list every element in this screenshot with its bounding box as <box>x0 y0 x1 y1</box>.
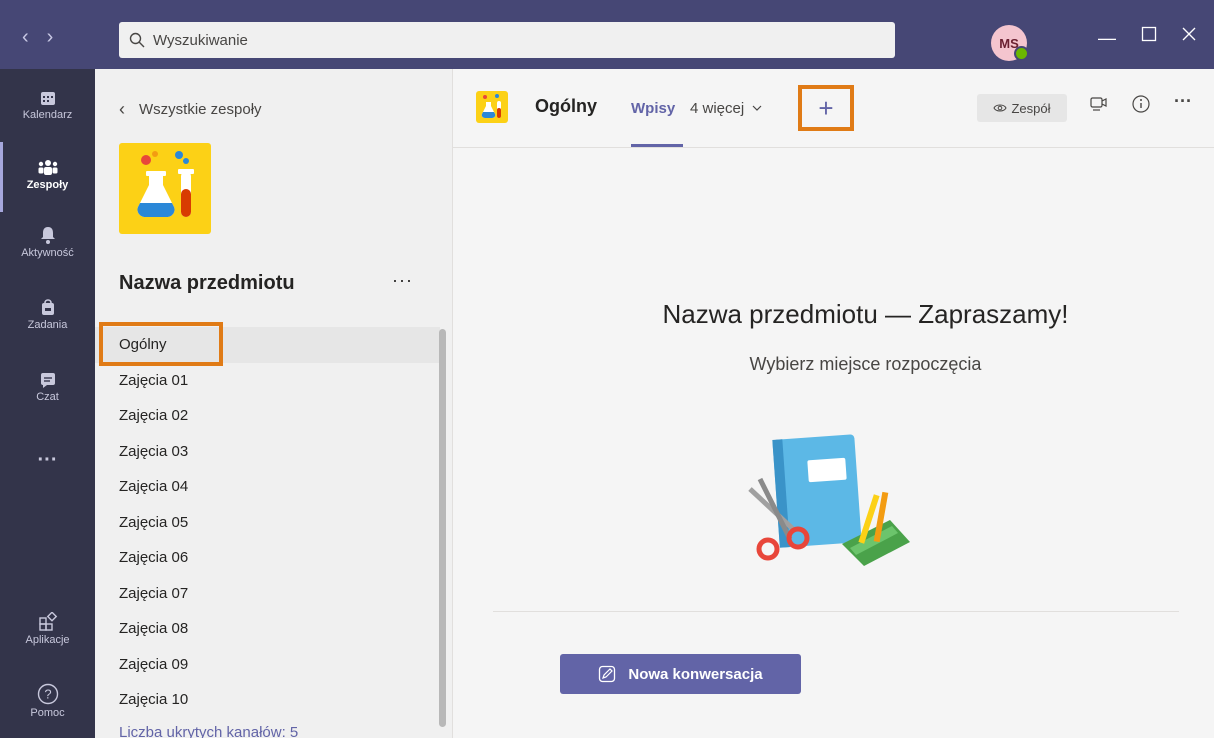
team-pane: ‹ Wszystkie zespoły Nazwa przedmiotu ···… <box>95 69 453 738</box>
chevron-left-icon: ‹ <box>119 99 125 119</box>
team-pill-label: Zespół <box>1011 100 1051 116</box>
appbar-label: Pomoc <box>30 707 65 719</box>
channel-label: Zajęcia 03 <box>119 442 189 460</box>
tab-posts[interactable]: Wpisy <box>631 100 675 117</box>
welcome-subtitle: Wybierz miejsce rozpoczęcia <box>749 354 982 374</box>
appbar-label: Aplikacje <box>25 634 70 646</box>
appbar-label: Zespoły <box>26 179 69 191</box>
notebook-illustration <box>738 434 918 569</box>
channel-label: Zajęcia 08 <box>119 620 189 638</box>
appbar-item-more[interactable]: ··· <box>0 449 95 472</box>
channel-item[interactable]: Zajęcia 06 <box>95 540 440 576</box>
channel-label: Zajęcia 06 <box>119 549 189 567</box>
help-icon: ? <box>37 683 58 705</box>
appbar-label: Zadania <box>27 319 68 331</box>
appbar-label: Czat <box>36 391 59 403</box>
chat-icon <box>40 373 55 388</box>
history-nav: ‹› <box>22 26 71 49</box>
all-teams-link[interactable]: ‹ Wszystkie zespoły <box>119 99 262 120</box>
channel-header: Ogólny Wpisy 4 więcej + Zespół ··· <box>453 69 1214 148</box>
active-tab-underline <box>631 144 683 147</box>
search-input[interactable]: Wyszukiwanie <box>119 22 895 58</box>
channel-label: Zajęcia 05 <box>119 513 189 531</box>
channel-item[interactable]: Zajęcia 05 <box>95 505 440 541</box>
minimize-icon[interactable]: — <box>1098 28 1116 49</box>
channel-scrollbar[interactable] <box>439 329 446 727</box>
appbar-item-apps[interactable]: Aplikacje <box>0 612 95 646</box>
forward-arrow-icon[interactable]: › <box>47 26 72 49</box>
team-more-options-icon[interactable]: ··· <box>392 270 413 291</box>
channel-item[interactable]: Zajęcia 01 <box>95 363 440 399</box>
appbar-item-assignments[interactable]: Zadania <box>0 297 95 331</box>
bell-icon <box>40 227 55 244</box>
flask-icon <box>137 151 194 217</box>
appbar-label: Aktywność <box>21 247 74 259</box>
more-options-icon[interactable]: ··· <box>1174 91 1192 112</box>
channel-item[interactable]: Zajęcia 04 <box>95 469 440 505</box>
new-conversation-label: Nowa konwersacja <box>628 665 763 683</box>
more-icon: ··· <box>37 449 58 471</box>
appbar-item-chat[interactable]: Czat <box>0 371 95 403</box>
highlight-selected-channel <box>99 322 223 366</box>
add-tab-button[interactable]: + <box>798 85 854 131</box>
channel-label: Zajęcia 09 <box>119 655 189 673</box>
channel-item[interactable]: Zajęcia 07 <box>95 576 440 612</box>
channel-main: Ogólny Wpisy 4 więcej + Zespół ··· Nazwa… <box>453 69 1214 738</box>
appbar-item-calendar[interactable]: Kalendarz <box>0 89 95 121</box>
meet-camera-icon[interactable] <box>1089 94 1109 119</box>
search-icon <box>129 32 145 48</box>
hidden-channels-link[interactable]: Liczba ukrytych kanałów: 5 <box>95 724 440 738</box>
chevron-down-icon <box>752 105 762 111</box>
channel-label: Zajęcia 07 <box>119 584 189 602</box>
search-placeholder: Wyszukiwanie <box>153 31 248 49</box>
channel-item[interactable]: Zajęcia 10 <box>95 682 440 718</box>
channel-label: Zajęcia 01 <box>119 371 189 389</box>
channel-label: Zajęcia 04 <box>119 478 189 496</box>
tab-more-dropdown[interactable]: 4 więcej <box>690 100 763 117</box>
channel-item[interactable]: Zajęcia 02 <box>95 398 440 434</box>
bag-icon <box>41 299 54 315</box>
all-teams-label: Wszystkie zespoły <box>139 101 262 118</box>
close-icon[interactable] <box>1181 26 1197 47</box>
channel-item[interactable]: Zajęcia 09 <box>95 647 440 683</box>
presence-available-icon <box>1014 46 1029 61</box>
team-logo <box>119 143 211 234</box>
welcome-title: Nazwa przedmiotu — Zapraszamy! <box>662 299 1069 329</box>
channel-label: Zajęcia 02 <box>119 407 189 425</box>
teams-icon <box>38 160 57 175</box>
svg-text:?: ? <box>44 687 51 702</box>
new-conversation-button[interactable]: Nowa konwersacja <box>560 654 801 694</box>
team-visibility-button[interactable]: Zespół <box>977 94 1067 122</box>
calendar-icon <box>40 92 55 105</box>
appbar-item-activity[interactable]: Aktywność <box>0 225 95 259</box>
back-arrow-icon[interactable]: ‹ <box>22 26 47 49</box>
appbar-label: Kalendarz <box>22 109 73 121</box>
channel-flask-icon <box>476 91 508 123</box>
channel-title: Ogólny <box>535 96 597 116</box>
content-divider <box>493 611 1179 612</box>
app-bar: Kalendarz Zespoły Aktywność Zadania Czat… <box>0 69 95 738</box>
info-icon[interactable] <box>1131 94 1151 119</box>
channel-label: Zajęcia 10 <box>119 691 189 709</box>
title-bar: ‹› Wyszukiwanie MS — <box>0 0 1214 69</box>
appbar-item-help[interactable]: ? Pomoc <box>0 683 95 719</box>
team-name: Nazwa przedmiotu <box>119 272 295 294</box>
channel-item[interactable]: Zajęcia 03 <box>95 434 440 470</box>
channel-item[interactable]: Zajęcia 08 <box>95 611 440 647</box>
tab-more-label: 4 więcej <box>690 100 745 117</box>
apps-icon <box>38 612 57 631</box>
appbar-item-teams[interactable]: Zespoły <box>0 159 95 191</box>
eye-icon <box>993 104 1008 112</box>
compose-icon <box>599 665 616 683</box>
channel-list: Ogólny Zajęcia 01 Zajęcia 02 Zajęcia 03 … <box>95 327 440 738</box>
maximize-icon[interactable] <box>1141 26 1157 47</box>
